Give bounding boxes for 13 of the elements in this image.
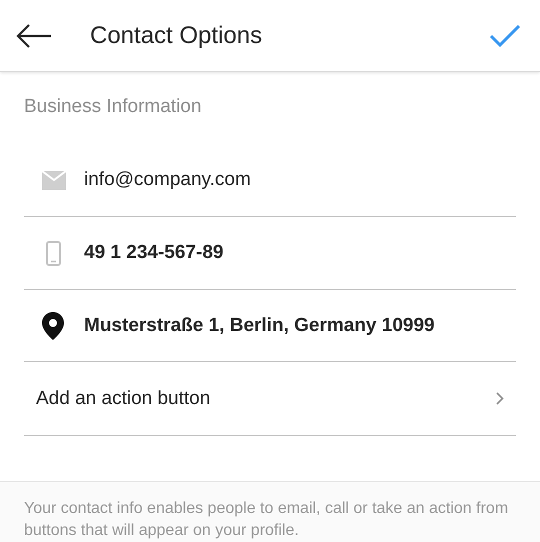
phone-icon [46, 240, 61, 266]
add-action-button[interactable]: Add an action button [24, 362, 516, 436]
back-button[interactable] [16, 24, 52, 48]
envelope-icon [42, 170, 66, 190]
checkmark-button[interactable] [490, 24, 520, 46]
contact-field-value[interactable]: info@company.com [84, 169, 251, 192]
section-title: Business Information [24, 96, 202, 117]
contact-field-value[interactable]: 49 1 234-567-89 [84, 242, 224, 264]
footer-note: Your contact info enables people to email, call or take an action from buttons that will appear on your profile. [24, 500, 508, 539]
location-pin-icon [42, 312, 64, 340]
chevron-icon [496, 392, 504, 406]
page-title: Contact Options [90, 22, 264, 50]
contact-field-value[interactable]: Musterstraße 1, Berlin, Germany 10999 [84, 314, 435, 337]
